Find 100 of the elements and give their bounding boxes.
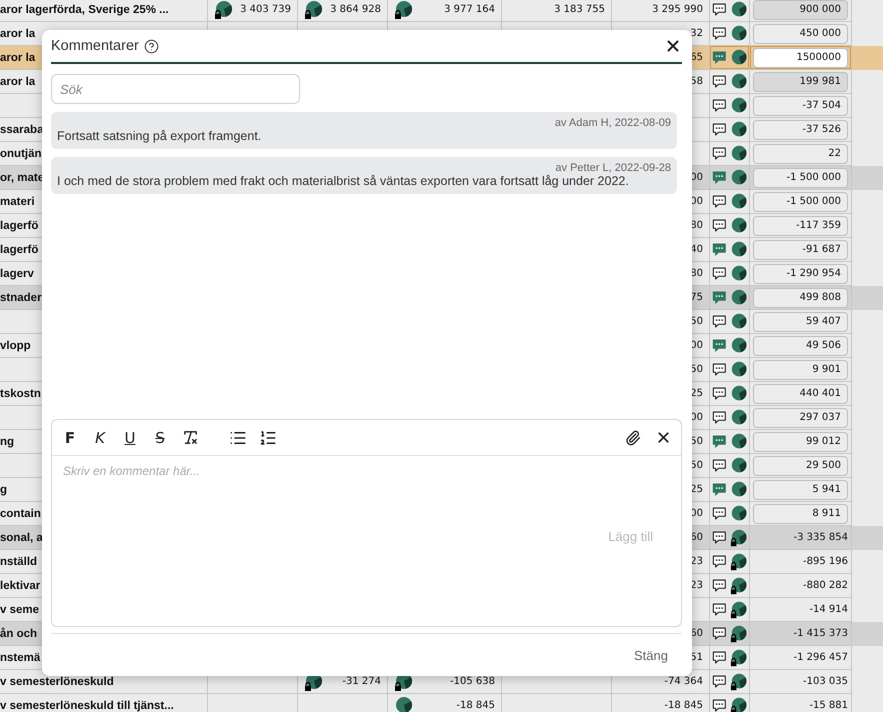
cell-value: 3 977 164 — [444, 4, 495, 15]
comment-icon[interactable] — [712, 74, 727, 89]
pie-chart-icon[interactable] — [730, 48, 747, 66]
value-field[interactable]: 1500000 — [753, 48, 848, 68]
pie-chart-icon[interactable] — [730, 504, 747, 522]
pie-chart-icon[interactable] — [730, 456, 747, 474]
pie-chart-icon[interactable] — [730, 192, 747, 210]
comment-icon[interactable] — [712, 626, 727, 641]
pie-chart-icon[interactable] — [730, 120, 747, 138]
comment-icon[interactable] — [712, 602, 727, 617]
locked-pie-icon[interactable] — [394, 0, 413, 18]
pie-chart-icon[interactable] — [730, 168, 747, 186]
locked-pie-icon[interactable] — [730, 576, 747, 594]
row-label: ssaraba — [0, 124, 44, 136]
clear-format-icon — [182, 429, 198, 446]
value-field[interactable]: 199 981 — [753, 72, 848, 92]
row-label: v seme — [0, 604, 40, 616]
value-field[interactable]: 499 808 — [753, 288, 848, 308]
comment-icon[interactable] — [712, 314, 727, 329]
value-field[interactable]: 9 901 — [753, 360, 848, 380]
search-field[interactable]: Sök — [51, 74, 300, 104]
value-field[interactable]: 297 037 — [753, 408, 848, 428]
pie-chart-icon[interactable] — [730, 144, 747, 162]
close-dialog-button[interactable]: Stäng — [628, 646, 674, 664]
cell-value: -14 914 — [809, 604, 848, 615]
locked-pie-icon[interactable] — [730, 648, 747, 666]
comment-icon[interactable] — [712, 266, 727, 281]
locked-pie-icon[interactable] — [730, 672, 747, 690]
value-field[interactable]: 59 407 — [753, 312, 848, 332]
locked-pie-icon[interactable] — [730, 624, 747, 642]
help-icon[interactable] — [144, 38, 159, 54]
value-field[interactable]: 49 506 — [753, 336, 848, 356]
comment-icon[interactable] — [712, 650, 727, 665]
pie-chart-icon[interactable] — [730, 360, 747, 378]
comment-icon[interactable] — [712, 458, 727, 473]
value-field[interactable]: 22 — [753, 144, 848, 164]
row-label: ng — [0, 436, 14, 448]
pie-chart-icon[interactable] — [730, 240, 747, 258]
comment-icon[interactable] — [712, 506, 727, 521]
pie-chart-icon[interactable] — [730, 384, 747, 402]
row-label: vlopp — [0, 340, 31, 352]
pie-chart-icon[interactable] — [730, 312, 747, 330]
comment-icon[interactable] — [712, 674, 727, 689]
italic-button[interactable]: K — [88, 426, 112, 450]
strikethrough-button[interactable]: S — [148, 426, 172, 450]
pie-chart-icon[interactable] — [730, 264, 747, 282]
pie-chart-icon[interactable] — [730, 432, 747, 450]
pie-chart-icon[interactable] — [730, 24, 747, 42]
comment-icon[interactable] — [712, 26, 727, 41]
row-label: aror la — [0, 76, 36, 88]
value-field[interactable]: 440 401 — [753, 384, 848, 404]
comment-icon[interactable] — [712, 698, 727, 712]
underline-button[interactable]: U — [118, 426, 142, 450]
pie-chart-icon[interactable] — [730, 408, 747, 426]
value-field[interactable]: -91 687 — [753, 240, 848, 260]
value-field[interactable]: 8 911 — [753, 504, 848, 524]
comment-icon[interactable] — [712, 554, 727, 569]
pie-chart-icon[interactable] — [730, 72, 747, 90]
pie-chart-icon[interactable] — [730, 96, 747, 114]
comment-icon[interactable] — [712, 578, 727, 593]
comment-icon[interactable] — [712, 218, 727, 233]
value-field[interactable]: -1 290 954 — [753, 264, 848, 284]
locked-pie-icon[interactable] — [730, 552, 747, 570]
pie-chart-icon[interactable] — [394, 696, 413, 712]
comment-icon[interactable] — [712, 530, 727, 545]
value-field[interactable]: 99 012 — [753, 432, 848, 452]
value-field[interactable]: 450 000 — [753, 24, 848, 44]
locked-pie-icon[interactable] — [214, 0, 233, 18]
value-field[interactable]: -37 526 — [753, 120, 848, 140]
comment-icon[interactable] — [712, 362, 727, 377]
value-field[interactable]: 29 500 — [753, 456, 848, 476]
locked-pie-icon[interactable] — [730, 600, 747, 618]
row-label: lagerfö — [0, 244, 38, 256]
comment-text: Fortsatt satsning på export framgent. — [57, 129, 262, 143]
pie-chart-icon[interactable] — [730, 480, 747, 498]
pie-chart-icon[interactable] — [730, 216, 747, 234]
comment-icon[interactable] — [712, 386, 727, 401]
row-label: v semesterlöneskuld till tjänst... — [0, 700, 174, 712]
value-field[interactable]: -1 500 000 — [753, 168, 848, 188]
pie-chart-icon[interactable] — [730, 336, 747, 354]
value-field[interactable]: 5 941 — [753, 480, 848, 500]
value-field[interactable]: 900 000 — [753, 0, 848, 20]
cell-value: -105 638 — [450, 676, 495, 687]
value-field[interactable]: -117 359 — [753, 216, 848, 236]
value-field[interactable]: -1 500 000 — [753, 192, 848, 212]
locked-pie-icon[interactable] — [730, 696, 747, 712]
comment-icon[interactable] — [712, 2, 727, 17]
comment-icon[interactable] — [712, 194, 727, 209]
cell-value: 32 — [690, 28, 703, 39]
comment-icon[interactable] — [712, 146, 727, 161]
comment-icon[interactable] — [712, 410, 727, 425]
pie-chart-icon[interactable] — [730, 0, 747, 18]
comment-meta: av Adam H, 2022-08-09 — [554, 117, 671, 129]
locked-pie-icon[interactable] — [304, 0, 323, 18]
comment-icon[interactable] — [712, 98, 727, 113]
pie-chart-icon[interactable] — [730, 288, 747, 306]
locked-pie-icon[interactable] — [730, 528, 747, 546]
value-field[interactable]: -37 504 — [753, 96, 848, 116]
comment-icon[interactable] — [712, 122, 727, 137]
bold-button[interactable]: F — [58, 426, 82, 450]
